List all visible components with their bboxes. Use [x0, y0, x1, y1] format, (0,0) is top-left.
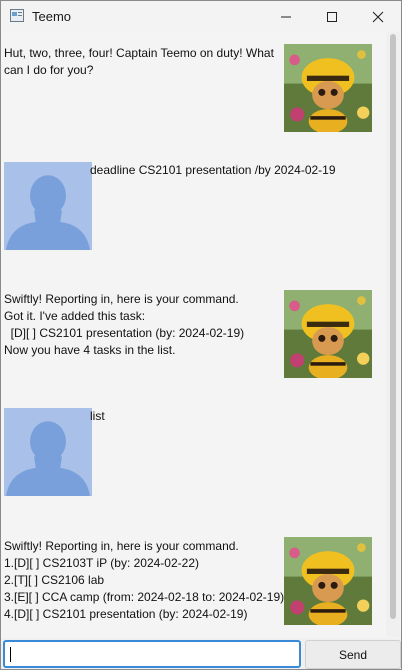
maximize-button[interactable]	[309, 1, 355, 32]
user-silhouette-icon	[4, 162, 92, 250]
user-message: deadline CS2101 presentation /by 2024-02…	[90, 163, 336, 177]
teemo-avatar-icon	[284, 537, 372, 625]
close-icon	[372, 11, 384, 22]
text-caret	[10, 647, 11, 662]
bot-message: Hut, two, three, four! Captain Teemo on …	[4, 46, 274, 77]
scrollbar-thumb[interactable]	[390, 34, 396, 619]
app-icon	[10, 9, 24, 22]
minimize-button[interactable]	[263, 1, 309, 32]
window-title: Teemo	[32, 9, 72, 24]
send-button[interactable]: Send	[305, 640, 401, 669]
user-message: list	[90, 409, 105, 423]
title-bar[interactable]: Teemo	[1, 1, 401, 32]
user-input-field[interactable]	[3, 640, 301, 668]
vertical-scrollbar[interactable]	[386, 32, 400, 637]
input-bar: Send	[1, 638, 401, 669]
minimize-icon	[281, 16, 291, 17]
app-window: Teemo Hut, two, three, four! Captain Tee…	[0, 0, 402, 670]
user-silhouette-icon	[4, 408, 92, 496]
dialog-scroll-pane[interactable]: Hut, two, three, four! Captain Teemo on …	[2, 32, 386, 637]
bot-message: Swiftly! Reporting in, here is your comm…	[4, 292, 245, 357]
bot-message: Swiftly! Reporting in, here is your comm…	[4, 539, 285, 621]
close-button[interactable]	[355, 1, 401, 32]
teemo-avatar-icon	[284, 290, 372, 378]
maximize-icon	[327, 11, 337, 22]
teemo-avatar-icon	[284, 44, 372, 132]
